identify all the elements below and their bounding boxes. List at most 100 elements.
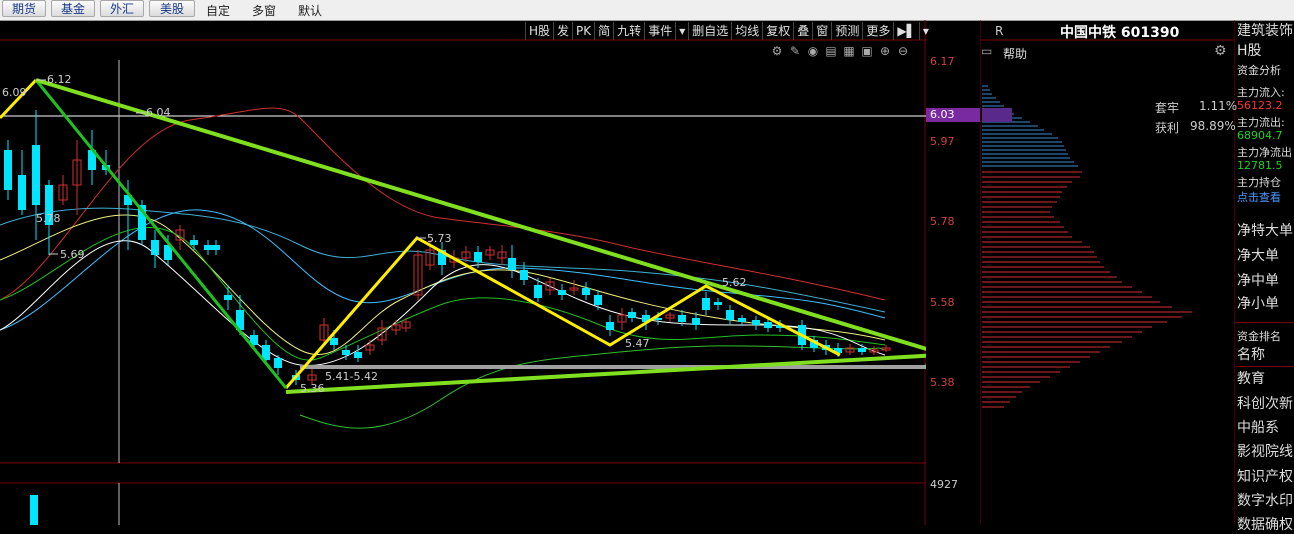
- trapped-label: 套牢: [1155, 101, 1180, 115]
- candle-body-down: [18, 175, 26, 210]
- help-label[interactable]: 帮助: [1003, 45, 1027, 62]
- inflow-label: 主力流入:: [1237, 86, 1285, 99]
- candle-body-down: [342, 350, 350, 355]
- events-dropdown[interactable]: ▾: [675, 22, 688, 40]
- sector-item[interactable]: 中船系: [1237, 417, 1279, 437]
- price-tick: 5.58: [930, 296, 955, 309]
- multi-window-tab[interactable]: 多窗: [252, 3, 276, 19]
- pk-button[interactable]: PK: [572, 22, 594, 40]
- profit-label: 获利: [1155, 121, 1180, 135]
- annotation-5-73: 5.73: [427, 232, 452, 245]
- candle-body-down: [858, 348, 866, 352]
- sector-item[interactable]: 数字水印: [1237, 490, 1293, 510]
- candle-body-down: [606, 322, 614, 330]
- candle-body-down: [752, 320, 760, 325]
- forecast-button[interactable]: 预测: [831, 22, 862, 40]
- custom-view-tab[interactable]: 自定: [206, 3, 230, 19]
- profile-price-marker: [982, 108, 1012, 122]
- settings-icon[interactable]: ⚙: [770, 44, 784, 58]
- candle-body-down: [190, 240, 198, 245]
- play-button[interactable]: ▶▌: [893, 22, 918, 40]
- candle-body-down: [224, 295, 232, 300]
- remove-watchlist-button[interactable]: 删自选: [688, 22, 731, 40]
- market-switcher-bar: 期货 基金 外汇 美股 自定 多窗 默认: [0, 0, 1294, 21]
- net-outflow-value: 12781.5: [1237, 159, 1283, 172]
- candle-body-down: [274, 358, 282, 368]
- candle-body-down: [508, 258, 516, 270]
- kline-chart[interactable]: 6.09 6.12 6.04 5.78 5.69 5.73 5.62 5.47 5.365.41…: [0, 20, 926, 525]
- candle-body-down: [354, 352, 362, 358]
- candle-body-down: [534, 285, 542, 298]
- profit-pct: 98.89%: [1190, 119, 1236, 133]
- candle-body-down: [204, 245, 212, 250]
- hshare-button[interactable]: H股: [525, 22, 553, 40]
- default-view-tab[interactable]: 默认: [298, 3, 322, 19]
- sector-item[interactable]: 影视院线: [1237, 441, 1293, 461]
- separator: [1235, 366, 1294, 367]
- candle-body-down: [474, 252, 482, 262]
- nine-turn-button[interactable]: 九转: [613, 22, 644, 40]
- annotation-5-36: 5.36: [300, 382, 325, 395]
- flow-medium: 净中单: [1237, 273, 1279, 289]
- holding-label: 主力持仓: [1237, 176, 1281, 189]
- candle-body-down: [714, 302, 722, 305]
- chart-toolbar: H股 发 PK 简 九转 事件 ▾ 删自选 均线 复权 叠 窗 预测 更多 ▶▌…: [525, 22, 932, 40]
- candle-body-down: [582, 288, 590, 295]
- eye-icon[interactable]: ◉: [806, 44, 820, 58]
- inflow-value: 56123.2: [1237, 99, 1283, 112]
- fund-analysis-title: 资金分析: [1237, 64, 1281, 77]
- events-button[interactable]: 事件: [644, 22, 675, 40]
- funds-tab[interactable]: 基金: [51, 0, 95, 17]
- sector-item[interactable]: 数据确权: [1237, 514, 1293, 534]
- candle-body-down: [738, 318, 746, 322]
- sector-item[interactable]: 教育: [1237, 368, 1265, 388]
- chart-icon-row: ⚙ ✎ ◉ ▤ ▦ ▣ ⊕ ⊖: [770, 44, 910, 58]
- price-tick: 5.97: [930, 135, 955, 148]
- adjust-price-button[interactable]: 复权: [762, 22, 793, 40]
- current-price-badge: 6.03: [926, 108, 980, 122]
- help-icon[interactable]: ▭: [981, 44, 997, 58]
- green-downtrend-line: [34, 79, 288, 389]
- annotation-range: 5.41-5.42: [325, 370, 378, 383]
- outflow-label: 主力流出:: [1237, 116, 1285, 129]
- flow-small: 净小单: [1237, 296, 1279, 312]
- flow-super-large: 净特大单: [1237, 223, 1293, 239]
- gear-icon[interactable]: ⚙: [1214, 43, 1227, 59]
- click-view-link[interactable]: 点击查看: [1237, 189, 1281, 205]
- candle-body-down: [558, 290, 566, 295]
- volume-axis-label: 4927: [930, 478, 958, 491]
- annotation-5-78: 5.78: [36, 212, 61, 225]
- more-button[interactable]: 更多: [862, 22, 893, 40]
- price-tick: 5.78: [930, 215, 955, 228]
- annotation-5-47: 5.47: [625, 337, 650, 350]
- print-icon[interactable]: ▤: [824, 44, 838, 58]
- publish-button[interactable]: 发: [553, 22, 572, 40]
- zoom-in-icon[interactable]: ⊕: [878, 44, 892, 58]
- draw-icon[interactable]: ✎: [788, 44, 802, 58]
- overlay-button[interactable]: 叠: [793, 22, 812, 40]
- lower-triangle-line: [285, 353, 926, 394]
- price-tick: 6.17: [930, 55, 955, 68]
- futures-tab[interactable]: 期货: [2, 0, 46, 17]
- zoom-out-icon[interactable]: ⊖: [896, 44, 910, 58]
- sector-item[interactable]: 科创次新: [1237, 393, 1293, 413]
- sector-item[interactable]: 知识产权: [1237, 466, 1293, 486]
- moving-average-button[interactable]: 均线: [731, 22, 762, 40]
- separator: [1235, 322, 1294, 323]
- industry-label[interactable]: 建筑装饰: [1237, 20, 1293, 40]
- candle-body-down: [594, 295, 602, 305]
- hshare-label[interactable]: H股: [1237, 40, 1262, 60]
- candle-body-down: [628, 312, 636, 318]
- layout-icon[interactable]: ▦: [842, 44, 856, 58]
- us-stocks-tab[interactable]: 美股: [149, 0, 195, 17]
- brief-button[interactable]: 简: [594, 22, 613, 40]
- annotation-5-69: 5.69: [60, 248, 85, 261]
- candle-body-down: [151, 240, 159, 255]
- window-button[interactable]: 窗: [812, 22, 831, 40]
- toolbar-dropdown[interactable]: ▾: [918, 22, 932, 40]
- outflow-value: 68904.7: [1237, 129, 1283, 142]
- stock-title: 中国中铁 601390: [1060, 25, 1180, 41]
- forex-tab[interactable]: 外汇: [100, 0, 144, 17]
- candle-body-down: [702, 298, 710, 310]
- lock-icon[interactable]: ▣: [860, 44, 874, 58]
